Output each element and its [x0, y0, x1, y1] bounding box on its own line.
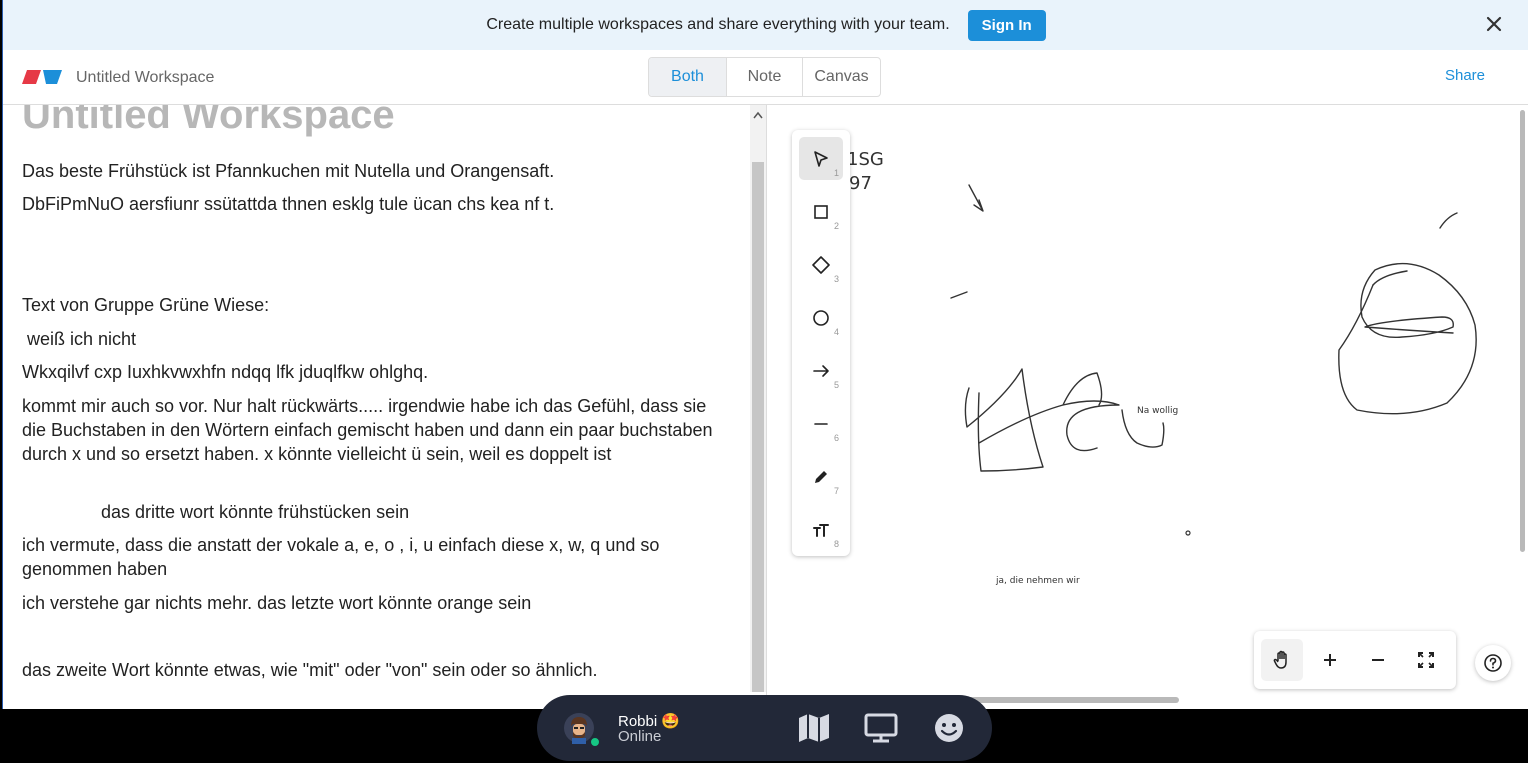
- tool-shortcut: 8: [833, 539, 839, 549]
- zoom-controls: [1254, 631, 1456, 689]
- banner-message: Create multiple workspaces and share eve…: [486, 16, 950, 33]
- handwriting-note: Na wollig: [1137, 406, 1178, 416]
- note-paragraph[interactable]: weiß ich nicht: [22, 327, 734, 351]
- arrow-icon: [813, 364, 829, 377]
- line-icon: [814, 422, 828, 425]
- promo-banner: Create multiple workspaces and share eve…: [3, 0, 1528, 50]
- cursor-icon: [814, 150, 828, 167]
- tab-note[interactable]: Note: [727, 58, 803, 96]
- tool-shortcut: 1: [833, 168, 839, 178]
- handwriting-note: 1SG: [847, 149, 884, 170]
- fit-screen-button[interactable]: [1405, 639, 1447, 681]
- workspace-header: Untitled Workspace Both Note Canvas Shar…: [3, 50, 1528, 105]
- close-icon[interactable]: [1483, 13, 1505, 35]
- pencil-icon: [815, 470, 827, 483]
- note-paragraph[interactable]: kommt mir auch so vor. Nur halt rückwärt…: [22, 394, 734, 466]
- note-paragraph[interactable]: ich vermute, dass die anstatt der vokale…: [22, 533, 734, 581]
- help-icon: [1484, 654, 1502, 672]
- canvas-drawings: 1SG 97 ja, die nehmen wir Na wollig: [847, 149, 1477, 586]
- tool-shortcut: 5: [833, 380, 839, 390]
- canvas-toolbar: 1 2 3 4 5 6 7 8: [792, 130, 850, 556]
- canvas-vertical-scrollbar[interactable]: [1520, 110, 1525, 552]
- handwriting-note: 97: [849, 173, 872, 194]
- fit-screen-icon: [1418, 652, 1434, 668]
- tool-shortcut: 2: [833, 221, 839, 231]
- scroll-up-icon[interactable]: [753, 111, 763, 119]
- scrollbar-thumb[interactable]: [752, 162, 764, 692]
- app-window: Create multiple workspaces and share eve…: [2, 0, 1528, 709]
- canvas-horizontal-scrollbar[interactable]: [961, 697, 1179, 703]
- note-title[interactable]: Untitled Workspace: [22, 105, 395, 138]
- view-mode-switcher: Both Note Canvas: [648, 57, 881, 97]
- zoom-out-icon: [1372, 659, 1384, 661]
- note-paragraph[interactable]: Das beste Frühstück ist Pfannkuchen mit …: [22, 159, 734, 183]
- hand-tool-button[interactable]: [1261, 639, 1303, 681]
- zoom-out-button[interactable]: [1357, 639, 1399, 681]
- screen-icon[interactable]: [864, 712, 898, 744]
- ellipse-tool[interactable]: 4: [799, 296, 843, 339]
- tab-canvas[interactable]: Canvas: [803, 58, 880, 96]
- zoom-in-button[interactable]: [1309, 639, 1351, 681]
- note-paragraph[interactable]: das zweite Wort könnte etwas, wie "mit" …: [22, 658, 734, 682]
- text-icon: [813, 523, 829, 537]
- diamond-icon: [812, 255, 830, 274]
- tool-shortcut: 3: [833, 274, 839, 284]
- ellipse-icon: [813, 309, 829, 326]
- rectangle-icon: [814, 204, 828, 219]
- note-paragraph[interactable]: Text von Gruppe Grüne Wiese:: [22, 293, 734, 317]
- note-paragraph[interactable]: DbFiPmNuO aersfiunr ssütattda thnen eskl…: [22, 192, 734, 216]
- tool-shortcut: 4: [833, 327, 839, 337]
- sign-in-button[interactable]: Sign In: [967, 9, 1046, 41]
- workspace-name[interactable]: Untitled Workspace: [76, 69, 214, 87]
- presence-bar: Robbi 🤩 Online: [537, 695, 992, 761]
- note-paragraph[interactable]: ich verstehe gar nichts mehr. das letzte…: [22, 591, 734, 615]
- diamond-tool[interactable]: 3: [799, 243, 843, 286]
- app-logo-icon: [22, 70, 62, 84]
- tool-shortcut: 7: [833, 486, 839, 496]
- help-button[interactable]: [1475, 645, 1511, 681]
- pencil-tool[interactable]: 7: [799, 455, 843, 498]
- emoji-icon[interactable]: [932, 712, 966, 744]
- rectangle-tool[interactable]: 2: [799, 190, 843, 233]
- line-tool[interactable]: 6: [799, 402, 843, 445]
- zoom-in-icon: [1324, 654, 1336, 666]
- arrow-tool[interactable]: 5: [799, 349, 843, 392]
- select-tool[interactable]: 1: [799, 137, 843, 180]
- user-status: Online: [618, 728, 662, 745]
- share-link[interactable]: Share: [1445, 67, 1485, 84]
- tab-both[interactable]: Both: [649, 58, 727, 96]
- text-tool[interactable]: 8: [799, 508, 843, 551]
- hand-icon: [1273, 650, 1287, 669]
- drawing-canvas[interactable]: 1SG 97 ja, die nehmen wir Na wollig 1 2 …: [767, 105, 1528, 709]
- online-status-dot: [589, 736, 601, 748]
- tool-shortcut: 6: [833, 433, 839, 443]
- note-paragraph[interactable]: das dritte wort könnte frühstücken sein: [22, 500, 734, 524]
- handwriting-note: ja, die nehmen wir: [995, 576, 1080, 586]
- note-scrollbar[interactable]: [750, 105, 766, 692]
- note-paragraph[interactable]: Wkxqilvf cxp Iuxhkvwxhfn ndqq lfk jduqlf…: [22, 360, 734, 384]
- map-icon[interactable]: [797, 712, 831, 744]
- note-editor[interactable]: Untitled Workspace Das beste Frühstück i…: [3, 105, 750, 709]
